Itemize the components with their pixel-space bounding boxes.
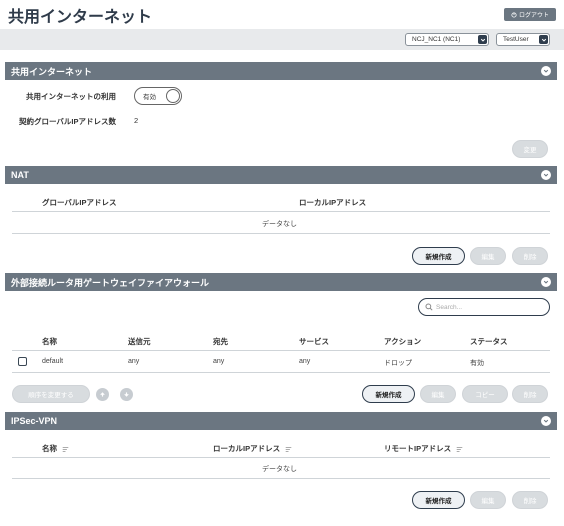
move-up-button[interactable] — [96, 388, 109, 401]
change-button[interactable]: 変更 — [512, 140, 548, 158]
search-placeholder: Search... — [436, 303, 463, 311]
ipsec-col-name-label: 名称 — [42, 444, 57, 453]
fw-row-service: any — [299, 358, 311, 365]
logout-icon — [511, 11, 517, 18]
fw-col-name: 名称 — [42, 337, 57, 346]
global-ip-count-label: 契約グローバルIPアドレス数 — [19, 117, 117, 126]
search-icon — [425, 303, 433, 311]
logout-label: ログアウト — [518, 13, 549, 19]
fw-create-button[interactable]: 新規作成 — [362, 385, 415, 403]
divider — [12, 211, 550, 212]
fw-copy-button[interactable]: コピー — [462, 385, 508, 403]
divider — [12, 233, 550, 234]
fw-row-action: ドロップ — [384, 360, 412, 367]
toggle-value: 有効 — [143, 94, 156, 101]
internet-usage-toggle[interactable]: 有効 — [134, 87, 182, 105]
ipsec-section-header[interactable]: IPSec-VPN — [5, 412, 557, 430]
ipsec-col-local-ip-label: ローカルIPアドレス — [213, 444, 281, 453]
chevron-down-icon[interactable] — [541, 277, 551, 287]
nat-delete-button[interactable]: 削除 — [512, 247, 548, 265]
toggle-knob — [166, 89, 180, 103]
row-checkbox[interactable] — [18, 357, 27, 366]
sort-icon — [285, 446, 292, 452]
tenant-select[interactable]: NCJ_NC1 (NC1) — [405, 33, 489, 46]
fw-row-source: any — [128, 358, 140, 365]
fw-edit-button[interactable]: 編集 — [420, 385, 456, 403]
ipsec-col-remote-ip[interactable]: リモートIPアドレス — [384, 443, 463, 454]
fw-col-action: アクション — [384, 337, 422, 346]
sort-icon — [62, 446, 69, 452]
ipsec-col-name[interactable]: 名称 — [42, 443, 69, 454]
fw-delete-button[interactable]: 削除 — [512, 385, 548, 403]
fw-col-status: ステータス — [470, 337, 508, 346]
ipsec-col-local-ip[interactable]: ローカルIPアドレス — [213, 443, 292, 454]
reorder-button[interactable]: 順序を変更する — [12, 385, 90, 403]
fw-row-status: 有効 — [470, 360, 484, 367]
firewall-search-input[interactable]: Search... — [418, 298, 550, 316]
chevron-down-icon — [539, 35, 548, 44]
nat-edit-button[interactable]: 編集 — [470, 247, 506, 265]
user-select-value: TestUser — [503, 36, 529, 43]
chevron-down-icon — [478, 35, 487, 44]
internet-section-header[interactable]: 共用インターネット — [5, 62, 557, 80]
ipsec-create-button[interactable]: 新規作成 — [412, 491, 465, 509]
chevron-down-icon[interactable] — [541, 170, 551, 180]
chevron-down-icon[interactable] — [541, 66, 551, 76]
divider — [12, 478, 550, 479]
firewall-section-header[interactable]: 外部接続ルータ用ゲートウェイファイアウォール — [5, 273, 557, 291]
divider — [12, 350, 550, 351]
ipsec-section-title: IPSec-VPN — [11, 416, 58, 426]
arrow-up-icon — [100, 392, 105, 397]
page-title: 共用インターネット — [8, 9, 153, 26]
nat-section-title: NAT — [11, 170, 29, 180]
arrow-down-icon — [124, 392, 129, 397]
logout-button[interactable]: ログアウト — [504, 8, 556, 21]
fw-row-name: default — [42, 358, 64, 365]
fw-col-service: サービス — [299, 337, 329, 346]
nat-create-button[interactable]: 新規作成 — [412, 247, 465, 265]
internet-section-title: 共用インターネット — [11, 66, 93, 77]
nat-col-local-ip: ローカルIPアドレス — [299, 198, 367, 207]
user-select[interactable]: TestUser — [496, 33, 550, 46]
internet-usage-label: 共用インターネットの利用 — [26, 92, 116, 101]
top-bar: NCJ_NC1 (NC1) TestUser — [0, 29, 564, 50]
global-ip-count-value: 2 — [134, 116, 139, 125]
fw-col-source: 送信元 — [128, 337, 151, 346]
ipsec-col-remote-ip-label: リモートIPアドレス — [384, 444, 452, 453]
chevron-down-icon[interactable] — [541, 416, 551, 426]
divider — [12, 372, 550, 373]
nat-empty-text: データなし — [262, 221, 297, 228]
firewall-section-title: 外部接続ルータ用ゲートウェイファイアウォール — [11, 277, 210, 288]
nat-col-global-ip: グローバルIPアドレス — [42, 198, 117, 207]
fw-col-destination: 宛先 — [213, 337, 228, 346]
tenant-select-value: NCJ_NC1 (NC1) — [412, 36, 461, 43]
divider — [12, 457, 550, 458]
move-down-button[interactable] — [120, 388, 133, 401]
ipsec-empty-text: データなし — [262, 466, 297, 473]
ipsec-edit-button[interactable]: 編集 — [470, 491, 506, 509]
sort-icon — [456, 446, 463, 452]
fw-row-destination: any — [213, 358, 225, 365]
ipsec-delete-button[interactable]: 削除 — [512, 491, 548, 509]
nat-section-header[interactable]: NAT — [5, 166, 557, 184]
